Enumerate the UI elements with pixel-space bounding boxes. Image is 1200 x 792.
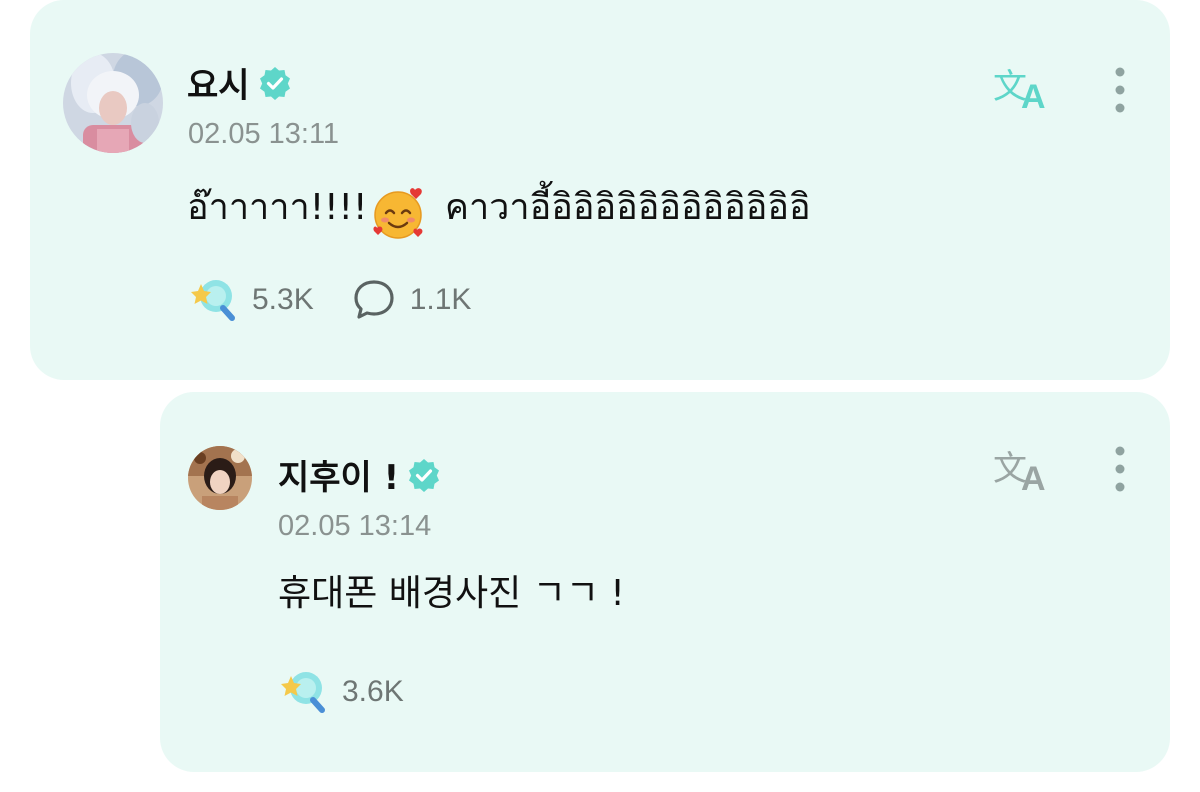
lightstick-like-icon (191, 280, 235, 321)
post-card: 요시 02.05 13:11 อ๊าาาาา!!!! คาวาอี้อิอิอิ… (30, 0, 1170, 380)
timestamp: 02.05 13:14 (278, 510, 432, 542)
translate-icon[interactable]: 文 A (993, 444, 1055, 494)
svg-text:A: A (1021, 460, 1046, 494)
more-options-icon[interactable] (1105, 65, 1135, 115)
more-options-icon[interactable] (1105, 444, 1135, 494)
smiling-face-with-hearts-icon (373, 188, 423, 239)
svg-text:A: A (1021, 78, 1046, 112)
post-text-part: คาวาอี้อิอิอิอิอิอิอิอิอิอิอิอิ (433, 187, 811, 228)
lightstick-like-icon (281, 672, 325, 713)
avatar[interactable] (63, 53, 163, 153)
comment-icon (354, 280, 394, 319)
avatar[interactable] (188, 446, 252, 510)
like-stat[interactable]: 3.6K (278, 670, 404, 714)
reply-stats: 3.6K (278, 670, 442, 714)
comment-stat[interactable]: 1.1K (352, 278, 472, 322)
timestamp: 02.05 13:11 (188, 118, 340, 150)
verified-badge-icon (259, 66, 290, 100)
like-count: 3.6K (342, 675, 404, 708)
author-name[interactable]: 요시 (187, 58, 250, 107)
comment-count: 1.1K (409, 283, 472, 316)
post-text: อ๊าาาาา!!!! คาวาอี้อิอิอิอิอิอิอิอิอิอิอ… (187, 178, 811, 239)
reply-card: 지후이 ! 02.05 13:14 휴대폰 배경사진 ㄱㄱ ! 文 A 3.6K (160, 392, 1170, 772)
verified-badge-icon (409, 458, 440, 492)
post-text-part: อ๊าาาาา!!!! (187, 187, 368, 228)
reply-text: 휴대폰 배경사진 ㄱㄱ ! (278, 573, 625, 614)
like-stat[interactable]: 5.3K (188, 278, 314, 322)
like-count: 5.3K (252, 283, 314, 316)
post-stats: 5.3K 1.1K (188, 278, 509, 322)
translate-icon[interactable]: 文 A (993, 62, 1055, 112)
author-name[interactable]: 지후이 ! (278, 450, 399, 499)
